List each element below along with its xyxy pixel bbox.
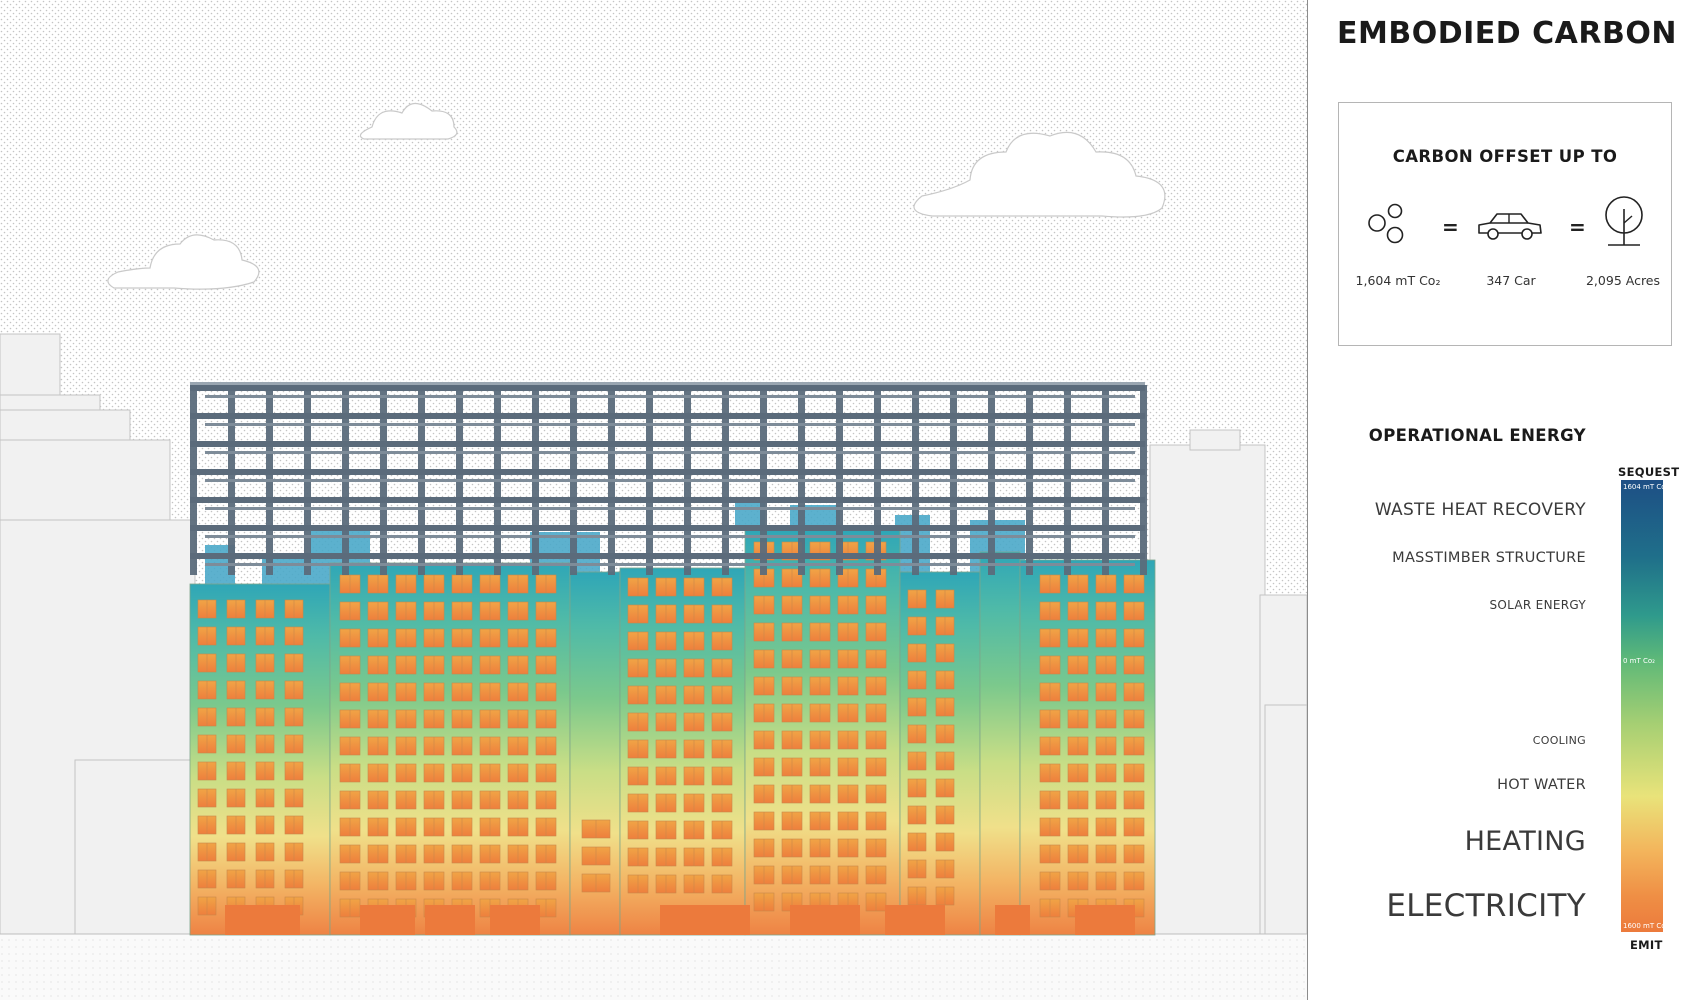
steel-beam (190, 441, 1145, 447)
steel-beam-back (205, 423, 1135, 426)
scale-top-value: 1604 mT Co₂ (1623, 483, 1669, 491)
steel-beam (190, 469, 1145, 475)
roof-edge (190, 382, 1145, 385)
ground (0, 934, 1307, 1000)
co2-bubbles-icon (1368, 203, 1404, 244)
page-title: EMBODIED CARBON (1337, 16, 1677, 51)
steel-beam-back (205, 395, 1135, 398)
car-value: 347 Car (1486, 273, 1536, 288)
scale-mid-value: 0 mT Co₂ (1623, 657, 1655, 665)
shopfront (425, 905, 475, 935)
steel-beam-back (205, 507, 1135, 510)
shopfront (660, 905, 750, 935)
equals-sign: = (1442, 215, 1459, 239)
op-item-waste-heat-recovery: WASTE HEAT RECOVERY (1374, 500, 1586, 520)
tree-icon (1605, 196, 1643, 246)
shopfront (885, 905, 945, 935)
steel-beam (190, 553, 1145, 559)
acres-value: 2,095 Acres (1585, 273, 1661, 288)
op-item-cooling: COOLING (1532, 734, 1586, 747)
op-item-masstimber-structure: MASSTIMBER STRUCTURE (1392, 550, 1586, 566)
elevation-svg (0, 0, 1307, 1000)
steel-beam-back (205, 563, 1135, 566)
steel-beam-back (205, 451, 1135, 454)
shopfront (360, 905, 415, 935)
shopfront (1075, 905, 1135, 935)
op-item-electricity: ELECTRICITY (1386, 888, 1586, 924)
scale-bottom-value: 1600 mT Co₂ (1623, 922, 1669, 930)
shopfront (790, 905, 860, 935)
operational-energy-title: OPERATIONAL ENERGY (1368, 426, 1586, 445)
op-item-heating: HEATING (1464, 826, 1586, 857)
shopfront (225, 905, 300, 935)
steel-beam-back (205, 535, 1135, 538)
op-item-solar-energy: SOLAR ENERGY (1489, 598, 1586, 612)
carbon-offset-box: CARBON OFFSET UP TO = = 1,604 mT Co₂ 347… (1338, 102, 1672, 346)
steel-beam (190, 497, 1145, 503)
info-panel: EMBODIED CARBON CARBON OFFSET UP TO = = … (1308, 0, 1697, 1000)
steel-beam (190, 525, 1145, 531)
steel-beam (190, 413, 1145, 419)
steel-beam-back (205, 479, 1135, 482)
car-icon (1478, 213, 1542, 240)
shopfront (995, 905, 1030, 935)
scale-bottom-label: EMIT (1630, 938, 1663, 952)
carbon-offset-title: CARBON OFFSET UP TO (1392, 147, 1618, 166)
equals-sign: = (1569, 215, 1586, 239)
building-elevation-drawing (0, 0, 1307, 1000)
carbon-scale-bar: 1604 mT Co₂ 0 mT Co₂ 1600 mT Co₂ (1621, 480, 1668, 932)
scale-top-label: SEQUEST (1618, 465, 1680, 479)
steel-beam (190, 385, 1145, 391)
co2-value: 1,604 mT Co₂ (1355, 273, 1441, 288)
shopfront (490, 905, 540, 935)
op-item-hot-water: HOT WATER (1497, 777, 1586, 793)
